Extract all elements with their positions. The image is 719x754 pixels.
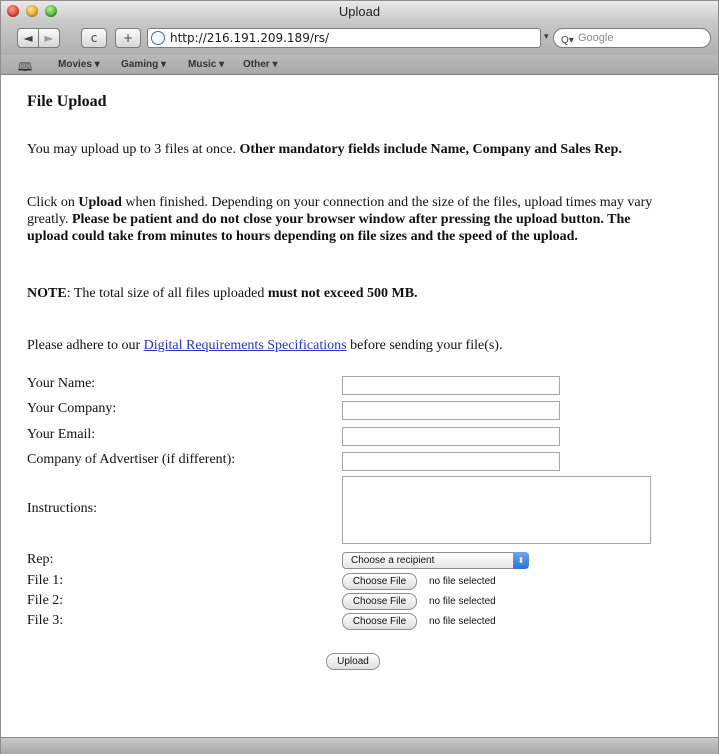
browser-window: Upload ◄ ► c + http://216.191.209.189/rs… [0,0,719,754]
back-button[interactable]: ◄ [17,28,39,48]
instructions-paragraph: Click on Upload when finished. Depending… [27,194,675,245]
address-dropdown-icon[interactable]: ▾ [544,31,549,42]
address-url: http://216.191.209.189/rs/ [170,31,330,45]
file3-status: no file selected [429,616,496,627]
intro-text: You may upload up to 3 files at once. [27,142,240,157]
window-title: Upload [338,4,381,19]
rep-selected-value: Choose a recipient [351,555,435,566]
name-label: Your Name: [27,376,96,391]
rep-label: Rep: [27,552,54,567]
specs-paragraph: Please adhere to our Digital Requirement… [27,337,675,354]
email-field[interactable] [342,427,560,446]
globe-icon [151,31,165,45]
page-content: File Upload You may upload up to 3 files… [1,75,718,737]
click-on-text: Click on [27,195,79,210]
mandatory-fields-text: Other mandatory fields include Name, Com… [239,142,622,157]
note-label: NOTE [27,286,67,301]
address-bar[interactable]: http://216.191.209.189/rs/ [147,28,541,48]
company-label: Your Company: [27,401,117,416]
search-icon: Q▾ [561,35,574,46]
select-arrows-icon: ⬍ [513,552,529,569]
page-title: File Upload [27,93,107,110]
title-bar: Upload [1,1,718,21]
file1-choose-button[interactable]: Choose File [342,573,417,590]
status-bar [1,737,718,754]
patience-warning: Please be patient and do not close your … [27,212,631,244]
bookmark-other[interactable]: Other ▾ [243,59,277,70]
email-label: Your Email: [27,427,96,442]
file3-label: File 3: [27,613,64,628]
instructions-label: Instructions: [27,501,97,516]
before-sending-text: before sending your file(s). [346,338,503,353]
reload-button[interactable]: c [81,28,107,48]
advertiser-label: Company of Advertiser (if different): [27,452,236,467]
forward-button[interactable]: ► [38,28,60,48]
company-field[interactable] [342,401,560,420]
search-placeholder: Google [578,32,614,44]
add-bookmark-button[interactable]: + [115,28,141,48]
upload-word: Upload [78,195,122,210]
file1-label: File 1: [27,573,64,588]
file2-choose-button[interactable]: Choose File [342,593,417,610]
advertiser-field[interactable] [342,452,560,471]
instructions-textarea[interactable] [342,476,651,544]
bookmark-music[interactable]: Music ▾ [188,59,224,70]
intro-paragraph: You may upload up to 3 files at once. Ot… [27,141,675,158]
search-field[interactable]: Q▾ Google [553,28,711,48]
name-field[interactable] [342,376,560,395]
rep-select[interactable]: Choose a recipient ⬍ [342,552,529,569]
note-paragraph: NOTE: The total size of all files upload… [27,285,675,302]
upload-button[interactable]: Upload [326,653,380,670]
file2-label: File 2: [27,593,64,608]
digital-requirements-link[interactable]: Digital Requirements Specifications [144,338,347,353]
file1-status: no file selected [429,576,496,587]
adhere-text: Please adhere to our [27,338,144,353]
bookmark-gaming[interactable]: Gaming ▾ [121,59,166,70]
note-text: : The total size of all files uploaded [66,286,268,301]
file2-status: no file selected [429,596,496,607]
browser-toolbar: ◄ ► c + http://216.191.209.189/rs/ ▾ Q▾ … [1,21,718,55]
bookmark-movies[interactable]: Movies ▾ [58,59,100,70]
size-limit-text: must not exceed 500 MB. [267,286,418,301]
file3-choose-button[interactable]: Choose File [342,613,417,630]
bookmarks-bar: 🕮 Movies ▾ Gaming ▾ Music ▾ Other ▾ [1,55,718,75]
